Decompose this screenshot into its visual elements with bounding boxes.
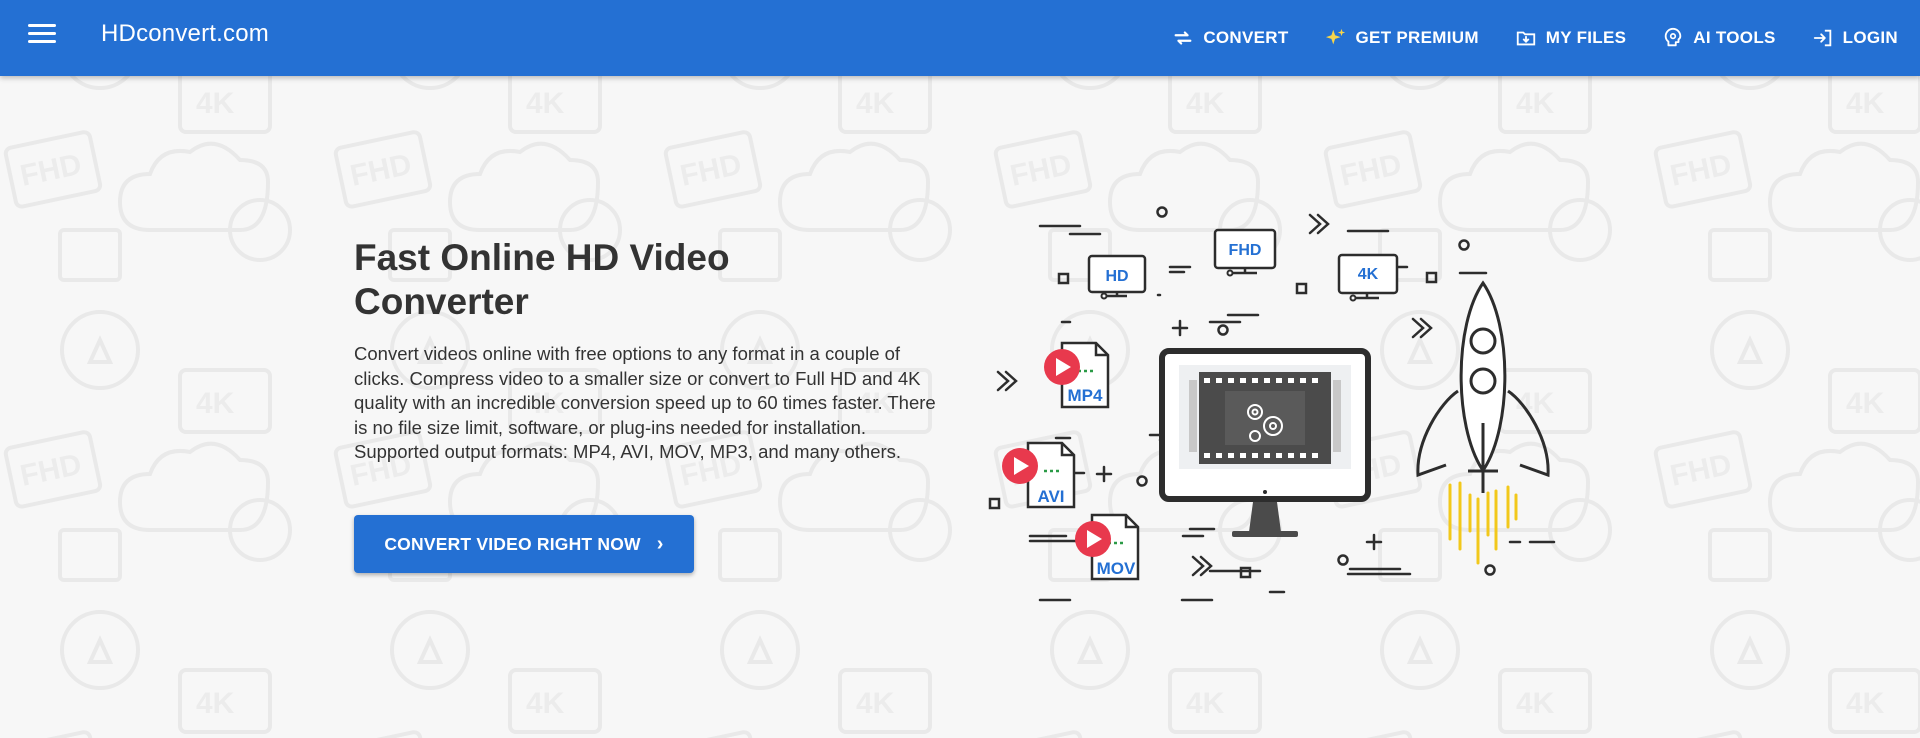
file-avi-label: AVI <box>1037 487 1064 506</box>
swap-arrows-icon <box>1172 27 1194 49</box>
nav-ai-tools-label: AI TOOLS <box>1693 28 1776 47</box>
chevron-right-icon: › <box>656 532 664 555</box>
nav-get-premium-label: GET PREMIUM <box>1355 28 1479 47</box>
hero-title: Fast Online HD Video Converter <box>354 237 730 322</box>
sparkles-icon <box>1325 27 1347 49</box>
screen-hd-label: HD <box>1105 268 1128 285</box>
top-navigation-bar: HDconvert.com CONVERT GET PREMIUM MY FIL… <box>0 0 1920 76</box>
nav-my-files-label: MY FILES <box>1545 28 1627 47</box>
file-mov: MOV <box>1075 513 1140 581</box>
file-mov-label: MOV <box>1097 559 1136 578</box>
background-pattern: 4K FHD <box>0 76 1920 738</box>
hamburger-menu-icon[interactable] <box>28 24 56 48</box>
file-mp4: MP4 <box>1044 341 1110 409</box>
screen-fhd: FHD <box>1213 228 1277 277</box>
convert-video-button-label: CONVERT VIDEO RIGHT NOW <box>384 533 641 554</box>
nav-convert-label: CONVERT <box>1203 28 1289 47</box>
screen-hd: HD <box>1087 254 1147 300</box>
screen-4k-label: 4K <box>1358 266 1379 283</box>
file-avi: AVI <box>1002 441 1076 509</box>
convert-video-button[interactable]: CONVERT VIDEO RIGHT NOW › <box>354 515 694 573</box>
nav-get-premium[interactable]: GET PREMIUM <box>1325 27 1479 49</box>
hero-section: Fast Online HD Video Converter Convert v… <box>354 236 954 465</box>
screen-fhd-label: FHD <box>1229 242 1262 259</box>
monitor-with-gears <box>1159 348 1371 537</box>
nav-ai-tools[interactable]: AI TOOLS <box>1662 27 1775 49</box>
login-icon <box>1812 27 1834 49</box>
converter-illustration: HD FHD 4K MP4 AVI MOV <box>988 206 1556 602</box>
hero-description: Convert videos online with free options … <box>354 343 936 462</box>
nav-login[interactable]: LOGIN <box>1812 27 1898 49</box>
folder-download-icon <box>1515 27 1537 49</box>
site-logo[interactable]: HDconvert.com <box>101 20 269 48</box>
nav-my-files[interactable]: MY FILES <box>1515 27 1627 49</box>
rocket <box>1416 280 1550 565</box>
screen-4k: 4K <box>1337 253 1399 302</box>
nav-login-label: LOGIN <box>1842 28 1898 47</box>
main-nav: CONVERT GET PREMIUM MY FILES AI TOOLS LO… <box>1136 0 1898 76</box>
nav-convert[interactable]: CONVERT <box>1172 27 1288 49</box>
ai-brain-icon <box>1662 27 1684 49</box>
file-mp4-label: MP4 <box>1068 386 1104 405</box>
